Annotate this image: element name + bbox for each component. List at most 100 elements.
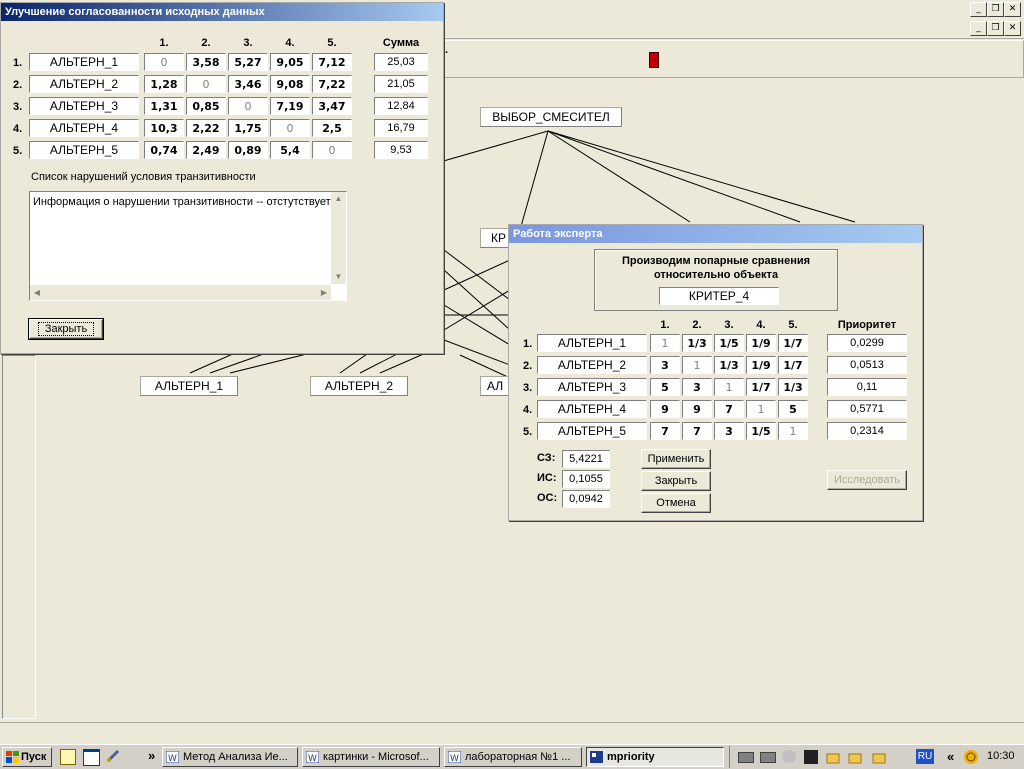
folder-tray-icon-1[interactable] — [826, 750, 840, 764]
violations-label: Список нарушений условия транзитивности — [31, 171, 256, 183]
matrix-cell[interactable]: 1,28 — [144, 75, 184, 93]
matrix-cell[interactable]: 3,47 — [312, 97, 352, 115]
matrix-cell[interactable]: 5,4 — [270, 141, 310, 159]
comparison-cell[interactable]: 5 — [650, 378, 680, 396]
speaker-tray-icon[interactable] — [782, 750, 796, 763]
comparison-cell[interactable]: 9 — [650, 400, 680, 418]
start-button[interactable]: Пуск — [2, 747, 52, 767]
node-alternative-2[interactable]: АЛЬТЕРН_2 — [310, 376, 408, 396]
scroll-up-icon[interactable]: ▲ — [331, 192, 346, 206]
node-alternative-1[interactable]: АЛЬТЕРН_1 — [140, 376, 238, 396]
matrix-cell[interactable]: 0 — [228, 97, 268, 115]
paint-quicklaunch-icon[interactable] — [106, 749, 120, 763]
matrix-cell[interactable]: 0 — [312, 141, 352, 159]
violations-vscrollbar[interactable]: ▲ ▼ — [331, 192, 346, 284]
consistency-close-button[interactable]: Закрыть — [28, 318, 104, 340]
exit-door-icon[interactable] — [649, 52, 659, 68]
taskbar-button-4[interactable]: mpriority — [586, 747, 724, 767]
notepad-quicklaunch-icon[interactable] — [60, 749, 76, 765]
matrix-cell[interactable]: 0,85 — [186, 97, 226, 115]
comparison-cell[interactable]: 7 — [650, 422, 680, 440]
matrix-cell[interactable]: 9,08 — [270, 75, 310, 93]
comparison-cell[interactable]: 7 — [682, 422, 712, 440]
folder-tray-icon-3[interactable] — [872, 750, 886, 764]
comparison-cell[interactable]: 1/9 — [746, 356, 776, 374]
research-button[interactable]: Исследовать — [827, 470, 907, 490]
matrix-cell[interactable]: 1,75 — [228, 119, 268, 137]
taskbar-button-1[interactable]: W Метод Анализа Ие... — [162, 747, 298, 767]
taskbar-button-3[interactable]: Wлабораторная №1 ... — [444, 747, 582, 767]
tray-overflow[interactable]: « — [947, 749, 954, 764]
language-indicator[interactable]: RU — [916, 749, 934, 764]
comparison-cell[interactable]: 7 — [714, 400, 744, 418]
app-minimize-button[interactable]: _ — [970, 2, 987, 17]
matrix-cell[interactable]: 0 — [186, 75, 226, 93]
row-number: 5. — [13, 145, 23, 157]
node-root[interactable]: ВЫБОР_СМЕСИТЕЛ — [480, 107, 622, 127]
matrix-cell[interactable]: 2,22 — [186, 119, 226, 137]
scroll-down-icon[interactable]: ▼ — [331, 270, 346, 284]
comparison-cell[interactable]: 1 — [778, 422, 808, 440]
comparison-cell[interactable]: 1/7 — [778, 334, 808, 352]
window-quicklaunch-icon[interactable] — [83, 749, 100, 766]
toolbar: · — [444, 40, 1024, 78]
clock[interactable]: 10:30 — [987, 750, 1015, 762]
matrix-cell[interactable]: 2,5 — [312, 119, 352, 137]
windows-logo-icon — [6, 751, 19, 763]
comparison-cell[interactable]: 1/3 — [778, 378, 808, 396]
comparison-cell[interactable]: 1/3 — [682, 334, 712, 352]
comparison-cell[interactable]: 1 — [714, 378, 744, 396]
device-tray-icon[interactable] — [738, 752, 754, 763]
matrix-cell[interactable]: 2,49 — [186, 141, 226, 159]
matrix-cell[interactable]: 0 — [144, 53, 184, 71]
cancel-button[interactable]: Отмена — [641, 493, 711, 513]
expert-close-button[interactable]: Закрыть — [641, 471, 711, 491]
folder-tray-icon-2[interactable] — [848, 750, 862, 764]
violations-hscrollbar[interactable]: ◀ ▶ — [30, 285, 331, 300]
row-number: 4. — [13, 123, 23, 135]
scroll-right-icon[interactable]: ▶ — [317, 285, 331, 300]
comparison-cell[interactable]: 1/5 — [746, 422, 776, 440]
comparison-cell[interactable]: 1/5 — [714, 334, 744, 352]
app-close-button[interactable]: ✕ — [1004, 2, 1021, 17]
child-minimize-button[interactable]: _ — [970, 21, 987, 36]
row-alternative-name: АЛЬТЕРН_1 — [537, 334, 647, 352]
comparison-cell[interactable]: 9 — [682, 400, 712, 418]
app-title-bar — [444, 0, 1024, 21]
matrix-cell[interactable]: 0,74 — [144, 141, 184, 159]
comparison-cell[interactable]: 3 — [682, 378, 712, 396]
clock-tray-icon[interactable] — [963, 749, 979, 765]
quicklaunch-overflow[interactable]: » — [148, 748, 155, 763]
matrix-cell[interactable]: 7,22 — [312, 75, 352, 93]
matrix-cell[interactable]: 1,31 — [144, 97, 184, 115]
comparison-cell[interactable]: 1/3 — [714, 356, 744, 374]
taskbar-button-2[interactable]: Wкартинки - Microsof... — [302, 747, 440, 767]
apply-button[interactable]: Применить — [641, 449, 711, 469]
usb-tray-icon[interactable] — [760, 752, 776, 763]
child-close-button[interactable]: ✕ — [1004, 21, 1021, 36]
comparison-cell[interactable]: 3 — [714, 422, 744, 440]
matrix-cell[interactable]: 7,12 — [312, 53, 352, 71]
scroll-left-icon[interactable]: ◀ — [30, 285, 44, 300]
row-sum: 12,84 — [374, 97, 428, 115]
comparison-cell[interactable]: 1/7 — [778, 356, 808, 374]
app-tray-icon[interactable] — [804, 750, 818, 764]
app-restore-button[interactable]: ❒ — [987, 2, 1004, 17]
violations-textarea[interactable]: Информация о нарушении транзитивности --… — [29, 191, 347, 301]
comparison-cell[interactable]: 3 — [650, 356, 680, 374]
comparison-cell[interactable]: 1 — [682, 356, 712, 374]
matrix-cell[interactable]: 3,46 — [228, 75, 268, 93]
comparison-cell[interactable]: 1 — [746, 400, 776, 418]
comparison-cell[interactable]: 1 — [650, 334, 680, 352]
matrix-cell[interactable]: 10,3 — [144, 119, 184, 137]
matrix-cell[interactable]: 0 — [270, 119, 310, 137]
matrix-cell[interactable]: 3,58 — [186, 53, 226, 71]
matrix-cell[interactable]: 9,05 — [270, 53, 310, 71]
child-restore-button[interactable]: ❒ — [987, 21, 1004, 36]
comparison-cell[interactable]: 5 — [778, 400, 808, 418]
comparison-cell[interactable]: 1/9 — [746, 334, 776, 352]
matrix-cell[interactable]: 0,89 — [228, 141, 268, 159]
matrix-cell[interactable]: 5,27 — [228, 53, 268, 71]
matrix-cell[interactable]: 7,19 — [270, 97, 310, 115]
comparison-cell[interactable]: 1/7 — [746, 378, 776, 396]
